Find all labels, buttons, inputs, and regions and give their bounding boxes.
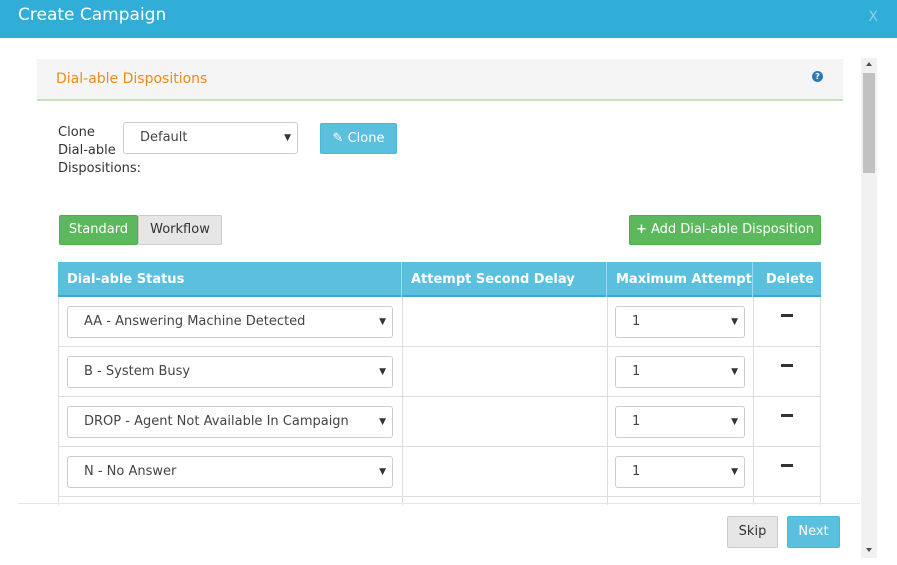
clone-select-value: Default	[140, 130, 188, 145]
status-select-value: N - No Answer	[84, 464, 177, 479]
chevron-down-icon: ▼	[731, 467, 738, 477]
panel-header: Dial-able Dispositions ?	[37, 59, 843, 101]
table-row: DROP - Agent Not Available In Campaign ▼…	[58, 397, 821, 447]
modal-title: Create Campaign	[18, 5, 167, 25]
scroll-down-arrow-icon[interactable]	[866, 548, 872, 552]
modal-body: Dial-able Dispositions ? Clone Dial-able…	[0, 38, 897, 565]
modal-header: Create Campaign X	[0, 0, 897, 38]
plus-icon: +	[635, 222, 647, 237]
max-attempt-value: 1	[632, 414, 641, 429]
skip-button[interactable]: Skip	[727, 516, 778, 548]
chevron-down-icon: ▼	[731, 317, 738, 327]
header-delay: Attempt Second Delay	[401, 262, 606, 297]
table-row: AA - Answering Machine Detected ▼ 1 ▼	[58, 297, 821, 347]
header-status: Dial-able Status	[67, 272, 185, 287]
status-select[interactable]: DROP - Agent Not Available In Campaign ▼	[67, 406, 393, 438]
header-max: Maximum Attempt	[606, 262, 752, 297]
cell-divider	[402, 397, 403, 447]
max-attempt-select[interactable]: 1 ▼	[615, 306, 745, 338]
table-row: N - No Answer ▼ 1 ▼	[58, 447, 821, 497]
tab-standard[interactable]: Standard	[59, 215, 138, 245]
status-select-value: B - System Busy	[84, 364, 191, 379]
cell-divider	[402, 447, 403, 497]
chevron-down-icon: ▼	[284, 133, 291, 143]
clone-button-label: Clone	[347, 131, 385, 146]
cell-divider	[607, 447, 608, 497]
delete-icon[interactable]	[781, 364, 793, 367]
table-row: B - System Busy ▼ 1 ▼	[58, 347, 821, 397]
cell-divider	[753, 447, 754, 497]
add-disposition-label: Add Dial-able Disposition	[651, 222, 815, 237]
delete-icon[interactable]	[781, 314, 793, 317]
chevron-down-icon: ▼	[379, 417, 386, 427]
dispositions-table: Dial-able Status Attempt Second Delay Ma…	[58, 262, 821, 505]
scroll-thumb[interactable]	[863, 73, 875, 173]
max-attempt-select[interactable]: 1 ▼	[615, 456, 745, 488]
cell-divider	[753, 397, 754, 447]
scrollbar[interactable]	[861, 58, 877, 558]
status-select[interactable]: AA - Answering Machine Detected ▼	[67, 306, 393, 338]
chevron-down-icon: ▼	[379, 367, 386, 377]
help-icon[interactable]: ?	[812, 71, 823, 82]
max-attempt-value: 1	[632, 364, 641, 379]
clone-label: Clone Dial-able Dispositions:	[58, 125, 142, 176]
max-attempt-value: 1	[632, 314, 641, 329]
cell-divider	[402, 347, 403, 397]
next-button[interactable]: Next	[787, 516, 840, 548]
cell-divider	[753, 347, 754, 397]
scroll-up-arrow-icon[interactable]	[866, 62, 872, 66]
max-attempt-value: 1	[632, 464, 641, 479]
cell-divider	[753, 297, 754, 347]
cell-divider	[607, 347, 608, 397]
chevron-down-icon: ▼	[731, 367, 738, 377]
tab-workflow[interactable]: Workflow	[138, 215, 222, 245]
chevron-down-icon: ▼	[379, 317, 386, 327]
status-select-value: AA - Answering Machine Detected	[84, 314, 306, 329]
header-delete: Delete	[752, 262, 821, 297]
clone-button[interactable]: ✎ Clone	[320, 123, 397, 154]
cell-divider	[607, 297, 608, 347]
table-header: Dial-able Status Attempt Second Delay Ma…	[58, 262, 821, 297]
chevron-down-icon: ▼	[731, 417, 738, 427]
max-attempt-select[interactable]: 1 ▼	[615, 406, 745, 438]
delete-icon[interactable]	[781, 414, 793, 417]
clone-select[interactable]: Default ▼	[123, 122, 298, 154]
panel-title: Dial-able Dispositions	[56, 71, 208, 87]
status-select-value: DROP - Agent Not Available In Campaign	[84, 414, 349, 429]
footer-divider	[18, 503, 860, 504]
cell-divider	[607, 397, 608, 447]
cell-divider	[402, 297, 403, 347]
chevron-down-icon: ▼	[379, 467, 386, 477]
max-attempt-select[interactable]: 1 ▼	[615, 356, 745, 388]
status-select[interactable]: B - System Busy ▼	[67, 356, 393, 388]
add-disposition-button[interactable]: + Add Dial-able Disposition	[629, 215, 821, 245]
close-button[interactable]: X	[868, 9, 878, 25]
edit-icon: ✎	[332, 131, 344, 146]
delete-icon[interactable]	[781, 464, 793, 467]
status-select[interactable]: N - No Answer ▼	[67, 456, 393, 488]
